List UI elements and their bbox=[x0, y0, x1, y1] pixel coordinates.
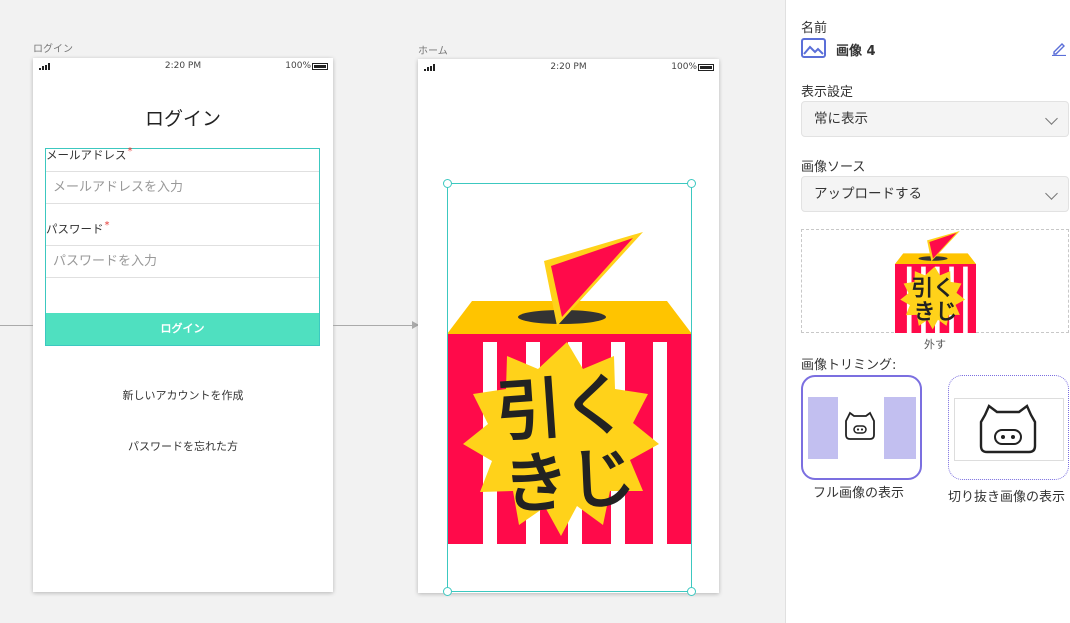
status-bar: 2:20 PM 100% bbox=[33, 58, 333, 76]
trimming-label: 画像トリミング: bbox=[801, 358, 897, 373]
page-title: ログイン bbox=[144, 108, 221, 130]
resize-handle-top-left[interactable] bbox=[443, 179, 452, 188]
image-preview[interactable]: 引く きじ bbox=[801, 229, 1069, 333]
trim-option-full[interactable] bbox=[801, 375, 922, 480]
battery-icon bbox=[698, 64, 714, 71]
status-bar: 2:20 PM 100% bbox=[418, 59, 719, 77]
trim-crop-caption: 切り抜き画像の表示 bbox=[948, 490, 1066, 505]
battery-icon bbox=[312, 63, 328, 70]
flow-connector-in bbox=[0, 325, 33, 326]
image-source-label: 画像ソース bbox=[801, 160, 866, 175]
image-source-select[interactable]: アップロードする bbox=[801, 176, 1069, 212]
resize-handle-top-right[interactable] bbox=[687, 179, 696, 188]
login-screen[interactable]: 2:20 PM 100% ログイン メールアドレス* メールアドレスを入力 パス… bbox=[33, 58, 333, 592]
frame-label-home[interactable]: ホーム bbox=[418, 42, 448, 57]
resize-handle-bottom-right[interactable] bbox=[687, 587, 696, 596]
edit-pencil-icon[interactable] bbox=[1051, 40, 1067, 56]
svg-text:引く: 引く bbox=[911, 277, 955, 302]
email-label: メールアドレス* bbox=[46, 146, 133, 162]
name-label: 名前 bbox=[801, 21, 828, 36]
name-row: 画像 4 bbox=[801, 38, 1066, 60]
forgot-password-link[interactable]: パスワードを忘れた方 bbox=[33, 438, 333, 454]
password-field[interactable]: パスワードを入力 bbox=[46, 245, 319, 278]
flow-connector bbox=[333, 325, 413, 326]
visibility-label: 表示設定 bbox=[801, 85, 854, 100]
frame-label-login[interactable]: ログイン bbox=[33, 40, 73, 55]
trim-option-crop[interactable] bbox=[948, 375, 1069, 480]
cropped-image-preview-icon bbox=[954, 398, 1064, 461]
login-form[interactable]: メールアドレス* メールアドレスを入力 パスワード* パスワードを入力 ログイン bbox=[45, 146, 320, 346]
chevron-down-icon bbox=[1045, 112, 1058, 125]
remove-image-link[interactable]: 外す bbox=[786, 336, 1070, 352]
trim-full-caption: フル画像の表示 bbox=[813, 486, 905, 501]
preview-thumbnail: 引く きじ bbox=[895, 230, 976, 333]
resize-handle-bottom-left[interactable] bbox=[443, 587, 452, 596]
image-icon bbox=[801, 38, 826, 58]
image-selection-box[interactable] bbox=[447, 183, 692, 592]
svg-text:きじ: きじ bbox=[914, 300, 958, 325]
design-canvas[interactable]: ログイン 2:20 PM 100% ログイン メールアドレス* メールアドレスを… bbox=[0, 0, 785, 623]
login-button[interactable]: ログイン bbox=[46, 313, 319, 345]
image-source-value: アップロードする bbox=[814, 186, 922, 202]
email-field[interactable]: メールアドレスを入力 bbox=[46, 171, 319, 204]
full-image-preview-icon bbox=[808, 397, 916, 459]
battery-percent: 100% bbox=[285, 61, 311, 71]
password-label: パスワード* bbox=[46, 220, 110, 236]
properties-panel: 名前 画像 4 表示設定 常に表示 画像ソース アップロードする 引く きじ 外… bbox=[785, 0, 1070, 623]
create-account-link[interactable]: 新しいアカウントを作成 bbox=[33, 387, 333, 403]
chevron-down-icon bbox=[1045, 187, 1058, 200]
element-name: 画像 4 bbox=[836, 44, 876, 59]
visibility-value: 常に表示 bbox=[814, 111, 868, 127]
visibility-select[interactable]: 常に表示 bbox=[801, 101, 1069, 137]
battery-percent: 100% bbox=[671, 62, 697, 72]
